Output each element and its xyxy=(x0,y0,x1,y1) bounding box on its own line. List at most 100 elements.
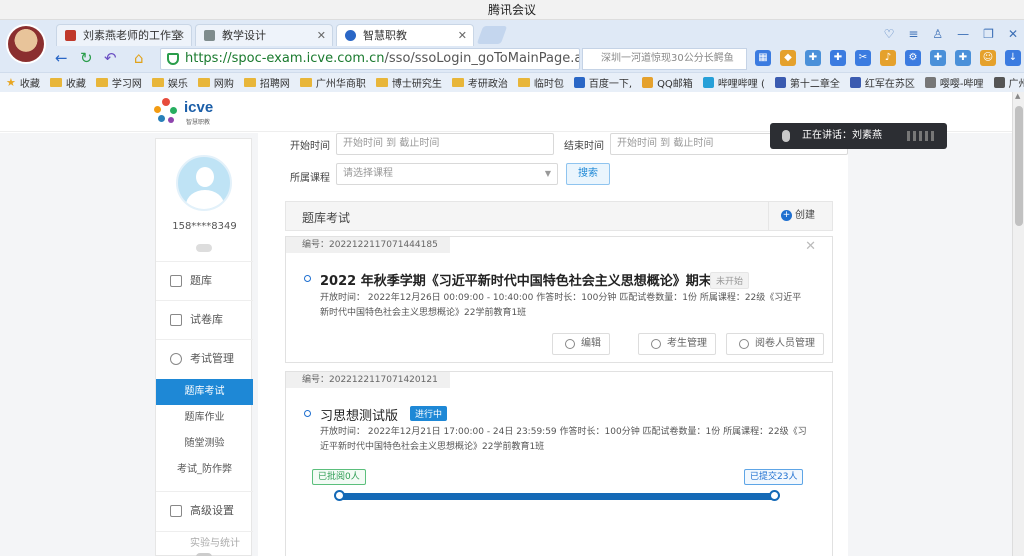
home-icon[interactable]: ⌂ xyxy=(134,49,144,67)
site-icon xyxy=(642,77,654,88)
bookmark-item[interactable]: 嘤嘤-哔哩 xyxy=(924,75,984,90)
site-icon xyxy=(849,77,861,88)
button-label: 阅卷人员管理 xyxy=(755,338,815,349)
menu-icon[interactable]: ≡ xyxy=(908,27,918,41)
bookmark-item[interactable]: 网购 xyxy=(197,75,234,90)
extension-icon[interactable]: ◆ xyxy=(780,50,796,66)
wrench-icon[interactable]: ⚙ xyxy=(905,50,921,66)
sidebar-item-question-bank[interactable]: 题库 xyxy=(156,261,253,299)
examinee-management-button[interactable]: 考生管理 xyxy=(638,333,716,355)
restore-icon[interactable]: ❐ xyxy=(983,27,994,41)
bookmark-item[interactable]: 收藏 xyxy=(49,75,86,90)
shirt-icon[interactable]: ♙ xyxy=(932,27,943,41)
speaking-text: 正在讲话：刘素燕 xyxy=(802,130,882,141)
bookmark-item[interactable]: 百度一下, xyxy=(573,75,633,90)
bookmark-item[interactable]: 博士研究生 xyxy=(375,75,442,90)
folder-icon xyxy=(451,78,464,87)
bookmark-item[interactable]: 临时包 xyxy=(517,75,564,90)
course-label: 所属课程 xyxy=(290,173,330,184)
skin-icon[interactable]: ♡ xyxy=(884,27,895,41)
bookmark-label: 收藏 xyxy=(19,79,40,90)
collapse-up-icon[interactable] xyxy=(196,244,212,252)
bookmark-item[interactable]: 红军在苏区 xyxy=(849,75,915,90)
bookmark-item[interactable]: 招聘网 xyxy=(243,75,290,90)
create-label: 创建 xyxy=(795,210,815,221)
browser-search-input[interactable]: 深圳一河道惊现30公分长鳄鱼 xyxy=(582,48,747,70)
tab-label: 教学设计 xyxy=(222,29,266,42)
bookmark-label: 嘤嘤-哔哩 xyxy=(939,79,984,90)
new-tab-button[interactable] xyxy=(476,26,508,44)
sidebar-item-advanced-settings[interactable]: 高级设置 xyxy=(156,491,253,529)
undo-icon[interactable]: ↶ xyxy=(104,49,117,67)
close-icon[interactable]: ✕ xyxy=(317,25,326,46)
bookmark-item[interactable]: 第十二章全 xyxy=(774,75,840,90)
start-time-range-input[interactable]: 开始时间 到 截止时间 xyxy=(336,133,554,155)
smile-icon[interactable]: ☺ xyxy=(980,50,996,66)
sidebar-subitem-anti-cheat-exam[interactable]: 考试_防作弊 xyxy=(156,457,253,483)
user-phone: 158****8349 xyxy=(172,221,237,232)
button-label: 编辑 xyxy=(581,338,601,349)
tab-teacher-studio[interactable]: 刘素燕老师的工作室 ✕ xyxy=(56,24,192,46)
progress-end-dot xyxy=(769,490,780,501)
puzzle-icon[interactable]: ✚ xyxy=(955,50,971,66)
bookmark-label: 广州图书馆 xyxy=(1008,79,1024,90)
bookmark-item[interactable]: QQ邮箱 xyxy=(642,75,693,90)
back-arrow-icon[interactable]: ← xyxy=(55,49,68,67)
sidebar-subitem-quiz[interactable]: 随堂测验 xyxy=(156,431,253,457)
close-icon[interactable]: ✕ xyxy=(458,25,467,46)
puzzle-icon[interactable]: ✚ xyxy=(830,50,846,66)
placeholder-text: 开始时间 到 截止时间 xyxy=(343,138,440,149)
user-avatar[interactable] xyxy=(176,155,232,211)
create-button[interactable]: + 创建 xyxy=(768,202,832,230)
sidebar-item-cutoff[interactable]: 实验与统计 xyxy=(156,531,253,555)
bookmark-item[interactable]: 学习网 xyxy=(95,75,142,90)
tab-teaching-design[interactable]: 教学设计 ✕ xyxy=(195,24,333,46)
sidebar-subitem-bank-homework[interactable]: 题库作业 xyxy=(156,405,253,431)
grader-management-button[interactable]: 阅卷人员管理 xyxy=(726,333,824,355)
extension-icon[interactable]: ▦ xyxy=(755,50,771,66)
page-scrollbar[interactable]: ▲ xyxy=(1012,92,1024,556)
bookmark-item[interactable]: 哔哩哔哩 ( xyxy=(702,75,765,90)
sidebar-item-label: 试卷库 xyxy=(190,313,223,326)
address-bar[interactable]: https://spoc-exam.icve.com.cn/sso/ssoLog… xyxy=(160,48,580,70)
bookmark-item[interactable]: 考研政治 xyxy=(451,75,508,90)
bookmark-item[interactable]: ★ 收藏 xyxy=(6,75,40,90)
scissors-icon[interactable]: ✂ xyxy=(855,50,871,66)
download-icon[interactable]: ↓ xyxy=(1005,50,1021,66)
exam-card: 编号：2022122117071444185 ✕ 2022 年秋季学期《习近平新… xyxy=(285,236,833,363)
bookmark-label: 广州华商职 xyxy=(315,79,366,90)
minimize-icon[interactable]: — xyxy=(957,27,969,41)
exam-title[interactable]: 习思想测试版 xyxy=(320,405,398,424)
exam-meta-line: 近平新时代中国特色社会主义思想概论》22学前教育1班 xyxy=(320,442,545,452)
bookmark-item[interactable]: 娱乐 xyxy=(151,75,188,90)
sidebar-item-exam-management[interactable]: 考试管理 xyxy=(156,339,253,377)
bookmark-item[interactable]: 广州图书馆 xyxy=(993,75,1024,90)
bookmark-label: 招聘网 xyxy=(259,79,290,90)
speaking-indicator: 正在讲话：刘素燕 xyxy=(770,123,947,149)
sidebar-item-label: 考试管理 xyxy=(190,352,234,365)
refresh-icon[interactable]: ↻ xyxy=(80,49,93,67)
submitted-count-label: 已提交23人 xyxy=(744,469,804,485)
close-icon[interactable]: ✕ xyxy=(176,25,185,46)
status-badge: 未开始 xyxy=(710,272,750,289)
close-window-icon[interactable]: ✕ xyxy=(1008,27,1018,41)
scroll-up-icon[interactable]: ▲ xyxy=(1015,92,1020,100)
puzzle-icon[interactable]: ✚ xyxy=(805,50,821,66)
bookmark-label: 百度一下, xyxy=(588,79,633,90)
icve-logo[interactable]: icve 智慧职教 xyxy=(152,96,222,128)
scrollbar-thumb[interactable] xyxy=(1015,106,1023,226)
sidebar-subitem-bank-exam[interactable]: 题库考试 xyxy=(156,379,253,405)
bookmark-item[interactable]: 广州华商职 xyxy=(299,75,366,90)
section-header: 题库考试 + 创建 xyxy=(285,201,833,231)
person-icon xyxy=(739,339,749,349)
tab-icve[interactable]: 智慧职教 ✕ xyxy=(336,24,474,46)
course-select[interactable]: 请选择课程 ▼ xyxy=(336,163,558,185)
sidebar-item-paper-library[interactable]: 试卷库 xyxy=(156,300,253,338)
search-button[interactable]: 搜索 xyxy=(566,163,610,185)
exam-title[interactable]: 2022 年秋季学期《习近平新时代中国特色社会主义思想概论》期末... xyxy=(320,270,727,289)
bell-icon[interactable]: ♪ xyxy=(880,50,896,66)
bookmark-label: 收藏 xyxy=(65,79,86,90)
puzzle-icon[interactable]: ✚ xyxy=(930,50,946,66)
edit-button[interactable]: 编辑 xyxy=(552,333,610,355)
close-icon[interactable]: ✕ xyxy=(805,239,816,254)
